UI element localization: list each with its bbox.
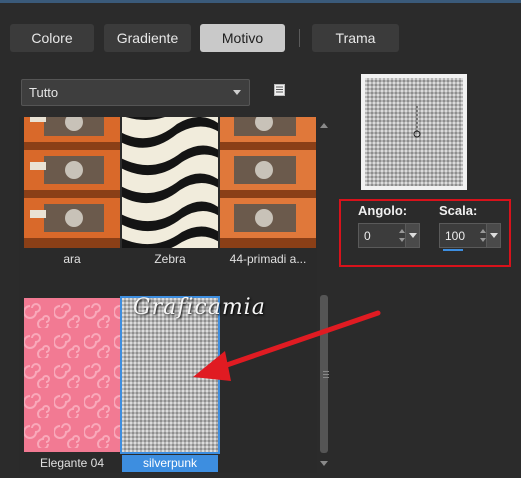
pattern-thumbnail: [24, 117, 120, 248]
pattern-name: silverpunk: [122, 455, 218, 472]
red-arrow-annotation: [193, 310, 381, 381]
pattern-item-zebra[interactable]: Zebra: [122, 117, 218, 270]
tab-separator: [299, 29, 300, 47]
window-top-border: [0, 0, 521, 3]
tab-motivo[interactable]: Motivo: [200, 24, 285, 52]
tab-gradiente[interactable]: Gradiente: [104, 24, 191, 52]
pattern-name: ara: [63, 252, 81, 266]
pattern-name: 44-primadi a...: [229, 252, 307, 266]
pattern-item-elegante-04[interactable]: Elegante 04: [24, 298, 120, 473]
scala-slider-bar[interactable]: [443, 249, 463, 251]
scroll-down-icon[interactable]: [320, 461, 328, 466]
scala-value: 100: [445, 229, 466, 243]
document-icon[interactable]: [273, 83, 286, 97]
pattern-thumbnail: [220, 117, 316, 248]
gallery-scrollbar[interactable]: [318, 117, 330, 473]
angolo-value: 0: [364, 229, 371, 243]
chevron-down-icon: [233, 90, 241, 95]
scala-spinner[interactable]: 100: [439, 223, 501, 251]
pattern-preview: [361, 74, 467, 190]
category-dropdown-value: Tutto: [29, 85, 59, 100]
pattern-name: Zebra: [154, 252, 186, 266]
pattern-item-44-primadi[interactable]: 44-primadi a...: [220, 117, 316, 270]
pattern-name: Elegante 04: [39, 456, 105, 470]
scroll-up-icon[interactable]: [320, 123, 328, 128]
angolo-spinner[interactable]: 0: [358, 223, 420, 248]
angolo-label: Angolo:: [358, 203, 408, 218]
scala-label: Scala:: [439, 203, 478, 218]
pattern-thumbnail: [24, 298, 120, 452]
chevron-down-icon[interactable]: [486, 224, 500, 247]
category-dropdown[interactable]: Tutto: [21, 79, 250, 106]
tab-colore[interactable]: Colore: [10, 24, 94, 52]
chevron-down-icon[interactable]: [405, 224, 419, 247]
pattern-item-ara[interactable]: ara: [24, 117, 120, 270]
tab-trama[interactable]: Trama: [312, 24, 399, 52]
pattern-thumbnail: [122, 117, 218, 248]
